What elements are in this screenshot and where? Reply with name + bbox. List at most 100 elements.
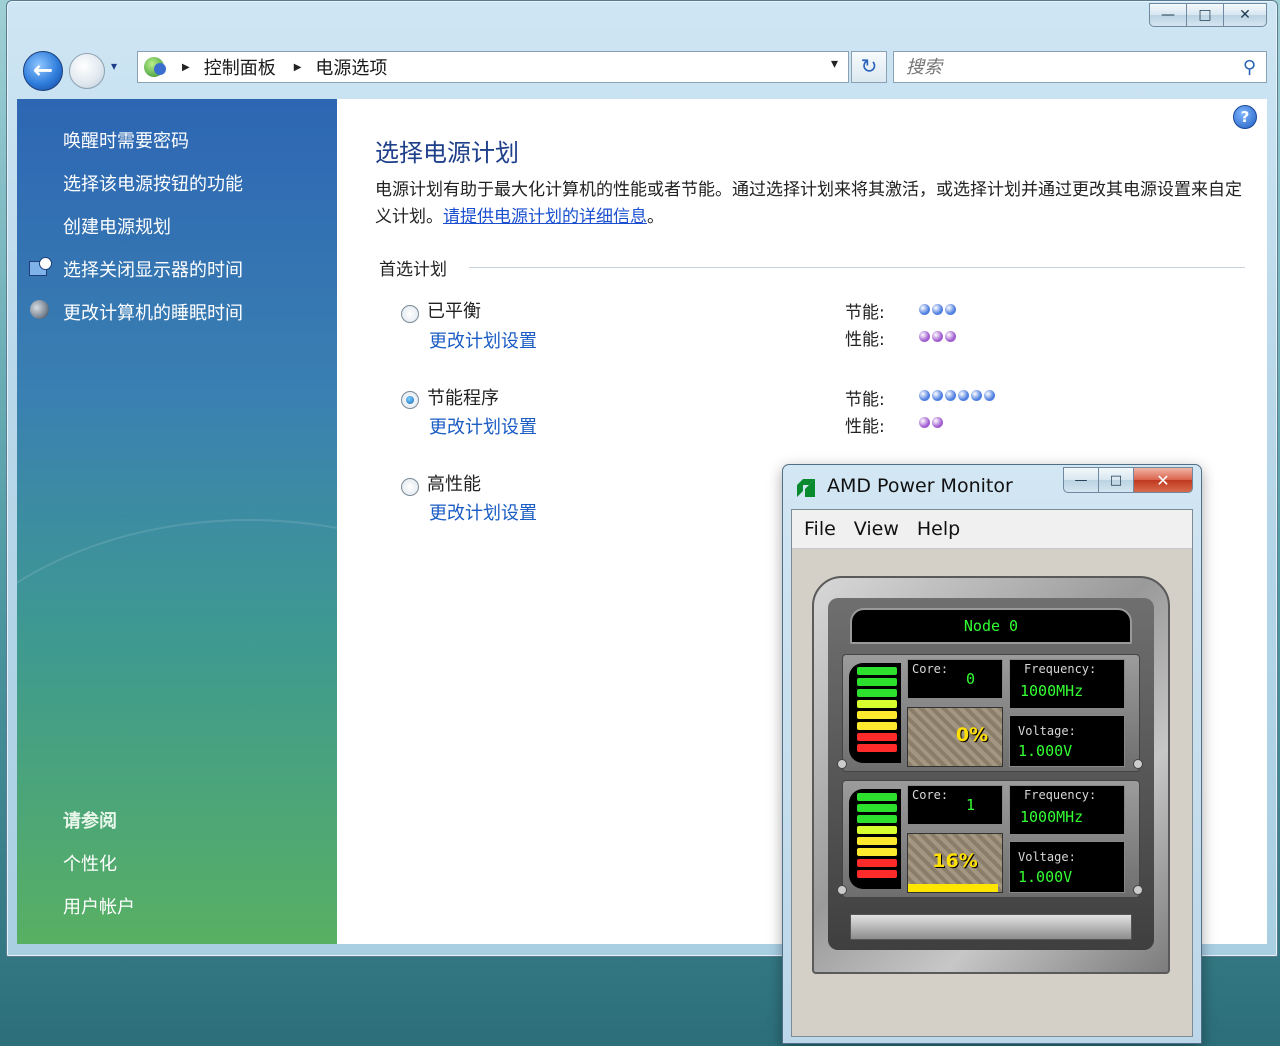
task-display-off-time[interactable]: 选择关闭显示器的时间 [63, 256, 243, 282]
plan-balanced-change-link[interactable]: 更改计划设置 [429, 327, 537, 353]
plan-high-performance-change-link[interactable]: 更改计划设置 [429, 499, 537, 525]
core-0-frequency-value: 1000MHz [1020, 682, 1084, 700]
amd-client-area: File View Help Node 0 Core: 0 Frequency:… [791, 509, 1193, 1037]
task-require-password[interactable]: 唤醒时需要密码 [63, 127, 189, 153]
core-0-voltage-value: 1.000V [1018, 742, 1073, 760]
amd-menu-bar: File View Help [792, 510, 1192, 549]
plan-balanced-performance-rating [919, 331, 958, 342]
core-1-core-number: 1 [966, 796, 976, 814]
plan-balanced-saving-label: 节能: [845, 303, 885, 323]
core-1-chip-icon: 16% [907, 833, 1003, 893]
rating-dot [932, 304, 943, 315]
task-sleep-time[interactable]: 更改计算机的睡眠时间 [63, 299, 243, 325]
back-button[interactable]: ← [23, 51, 63, 91]
breadcrumb-separator-icon: ▶ [182, 61, 190, 73]
plan-balanced-name[interactable]: 已平衡 [427, 297, 481, 323]
task-power-button[interactable]: 选择该电源按钮的功能 [63, 170, 243, 196]
task-pane: 唤醒时需要密码 选择该电源按钮的功能 创建电源规划 选择关闭显示器的时间 更改计… [17, 99, 337, 944]
plan-high-performance-radio[interactable] [401, 478, 419, 496]
core-0-voltage-label: Voltage: [1018, 724, 1076, 738]
breadcrumb-separator-icon: ▶ [293, 61, 302, 73]
rating-dot [919, 417, 930, 428]
refresh-icon: ↻ [860, 54, 878, 78]
address-dropdown-icon[interactable]: ▾ [831, 56, 838, 72]
address-bar[interactable]: ▶ 控制面板 ▶ 电源选项 ▾ [137, 51, 849, 83]
amd-logo-icon [793, 475, 819, 501]
rating-dot [919, 331, 930, 342]
amd-minimize-button[interactable]: — [1063, 467, 1099, 493]
close-button[interactable]: ✕ [1223, 3, 1267, 27]
plan-high-performance-name[interactable]: 高性能 [427, 470, 481, 496]
core-0-load-percent: 0% [955, 724, 989, 746]
rating-dot [958, 390, 969, 401]
core-0-frequency-display: Frequency: 1000MHz [1009, 659, 1125, 709]
core-1-frequency-value: 1000MHz [1020, 808, 1084, 826]
menu-help[interactable]: Help [917, 518, 960, 540]
search-input[interactable] [904, 55, 1228, 79]
menu-file[interactable]: File [804, 518, 836, 540]
page-description: 电源计划有助于最大化计算机的性能或者节能。通过选择计划来将其激活，或选择计划并通… [375, 177, 1245, 231]
see-also-user-accounts[interactable]: 用户帐户 [63, 893, 135, 919]
help-icon[interactable]: ? [1233, 105, 1257, 129]
monitor-panel: Node 0 Core: 0 Frequency: 1000MHz Voltag… [828, 598, 1154, 950]
core-1-frequency-display: Frequency: 1000MHz [1009, 785, 1125, 835]
node-label: Node 0 [850, 608, 1132, 644]
plan-balanced-performance-label: 性能: [845, 330, 885, 350]
rating-dot [984, 390, 995, 401]
core-0-load-gauge [849, 663, 901, 763]
plan-power-saver-change-link[interactable]: 更改计划设置 [429, 413, 537, 439]
rating-dot [932, 390, 943, 401]
core-0-frequency-label: Frequency: [1024, 662, 1097, 676]
rating-dot [945, 331, 956, 342]
core-1-core-label: Core: [912, 788, 949, 802]
plan-details-link[interactable]: 请提供电源计划的详细信息 [443, 207, 647, 227]
amd-caption-buttons: — □ ✕ [1063, 467, 1193, 493]
rating-dot [971, 390, 982, 401]
maximize-button[interactable]: □ [1186, 3, 1224, 27]
core-0-id-display: Core: 0 [907, 659, 1003, 699]
menu-view[interactable]: View [854, 518, 899, 540]
rating-dot [945, 304, 956, 315]
amd-close-button[interactable]: ✕ [1133, 467, 1193, 493]
core-1-panel: Core: 1 Frequency: 1000MHz Voltage: 1.00… [837, 780, 1143, 898]
task-create-plan[interactable]: 创建电源规划 [63, 213, 171, 239]
search-box[interactable]: ⚲ [893, 51, 1267, 83]
page-title: 选择电源计划 [375, 139, 519, 167]
recent-pages-dropdown-icon[interactable]: ▾ [111, 59, 117, 73]
minimize-button[interactable]: — [1149, 3, 1187, 27]
back-arrow-icon: ← [32, 56, 54, 84]
core-1-load-bar [908, 884, 998, 892]
core-0-core-label: Core: [912, 662, 949, 676]
rating-dot [919, 390, 930, 401]
core-1-load-percent: 16% [932, 850, 978, 872]
refresh-button[interactable]: ↻ [851, 51, 887, 83]
moon-icon [29, 300, 51, 320]
plan-balanced-radio[interactable] [401, 305, 419, 323]
core-1-voltage-label: Voltage: [1018, 850, 1076, 864]
plan-power-saver-performance-rating [919, 417, 945, 428]
window-caption-buttons: — □ ✕ [1149, 3, 1267, 27]
amd-power-monitor-window: AMD Power Monitor — □ ✕ File View Help N… [782, 464, 1202, 1044]
breadcrumb-control-panel[interactable]: 控制面板 [204, 54, 276, 80]
rating-dot [919, 304, 930, 315]
monitor-clock-icon [29, 257, 52, 277]
plan-power-saver-saving-rating [919, 390, 997, 401]
search-icon[interactable]: ⚲ [1243, 57, 1256, 78]
control-panel-icon [142, 55, 168, 79]
core-1-voltage-display: Voltage: 1.000V [1009, 841, 1125, 893]
breadcrumb-power-options[interactable]: 电源选项 [315, 54, 387, 80]
forward-button[interactable] [69, 53, 105, 89]
plan-power-saver-radio[interactable] [401, 391, 419, 409]
monitor-bottom-plate [850, 914, 1132, 940]
see-also-personalization[interactable]: 个性化 [63, 850, 117, 876]
core-0-panel: Core: 0 Frequency: 1000MHz Voltage: 1.00… [837, 654, 1143, 772]
amd-window-title: AMD Power Monitor [827, 475, 1013, 497]
core-0-voltage-display: Voltage: 1.000V [1009, 715, 1125, 767]
core-1-frequency-label: Frequency: [1024, 788, 1097, 802]
plan-power-saver-name[interactable]: 节能程序 [427, 384, 499, 410]
amd-maximize-button[interactable]: □ [1098, 467, 1134, 493]
rating-dot [932, 417, 943, 428]
plan-power-saver-performance-label: 性能: [845, 417, 885, 437]
plan-power-saver-saving-label: 节能: [845, 390, 885, 410]
core-1-id-display: Core: 1 [907, 785, 1003, 825]
